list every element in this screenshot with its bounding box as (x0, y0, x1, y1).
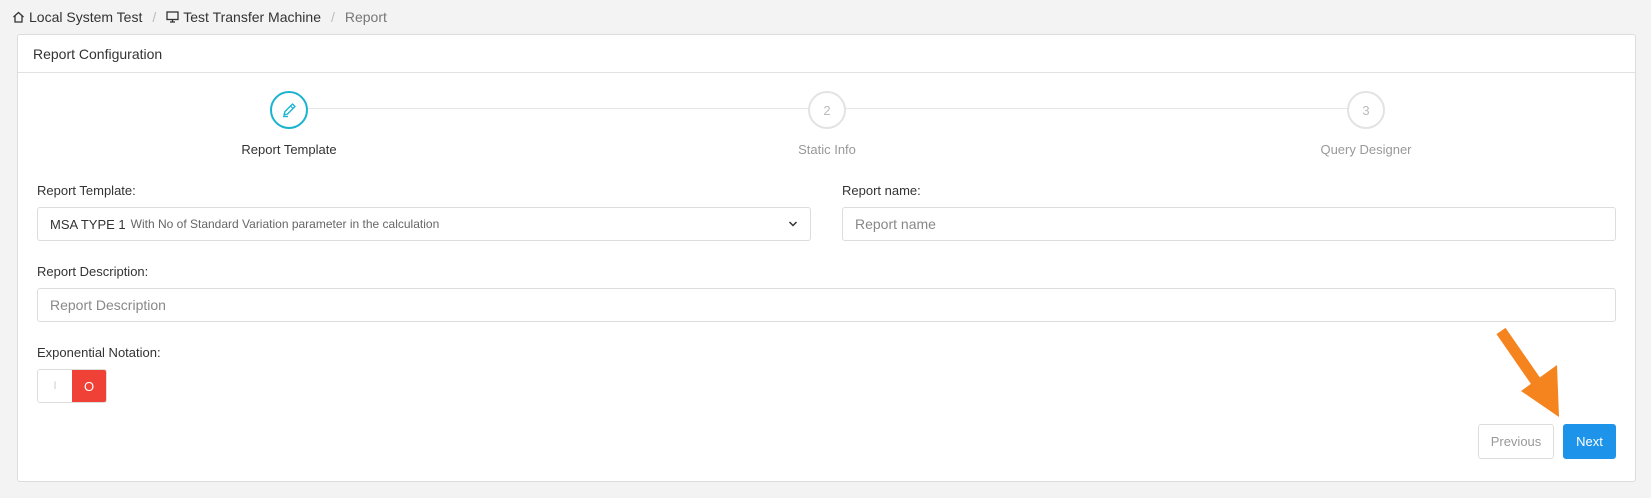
report-name-input[interactable] (842, 207, 1616, 241)
next-button[interactable]: Next (1563, 424, 1616, 459)
report-template-label: Report Template: (37, 183, 136, 198)
home-icon (13, 11, 24, 23)
breadcrumb-current: Report (344, 9, 387, 25)
report-description-input[interactable] (37, 288, 1616, 322)
toggle-on-option[interactable]: I (38, 370, 72, 402)
step-label: Static Info (798, 142, 856, 157)
pencil-icon (283, 103, 296, 118)
step-query-designer[interactable]: 3 Query Designer (1266, 91, 1466, 157)
step-label: Report Template (241, 142, 337, 157)
breadcrumb: Local System Test / Test Transfer Machin… (12, 8, 387, 26)
breadcrumb-separator: / (152, 9, 157, 25)
previous-button[interactable]: Previous (1478, 424, 1554, 459)
report-description-label: Report Description: (37, 264, 149, 279)
card-title: Report Configuration (18, 35, 1635, 73)
select-value-description: With No of Standard Variation parameter … (130, 217, 440, 231)
report-name-label: Report name: (842, 183, 921, 198)
step-report-template[interactable]: Report Template (189, 91, 389, 157)
step-circle (270, 91, 308, 129)
step-circle: 3 (1347, 91, 1385, 129)
step-label: Query Designer (1320, 142, 1412, 157)
select-value: MSA TYPE 1 (50, 216, 126, 232)
report-template-select[interactable]: MSA TYPE 1 With No of Standard Variation… (37, 207, 811, 241)
wizard-steps: Report Template 2 Static Info 3 Query De… (18, 91, 1635, 161)
exponential-notation-toggle[interactable]: I O (37, 369, 107, 403)
report-configuration-card: Report Configuration Report Template 2 S… (17, 34, 1636, 482)
monitor-icon (166, 11, 179, 23)
step-circle: 2 (808, 91, 846, 129)
toggle-off-option[interactable]: O (72, 370, 106, 402)
step-static-info[interactable]: 2 Static Info (727, 91, 927, 157)
breadcrumb-label: Local System Test (29, 9, 143, 25)
chevron-down-icon (788, 221, 798, 227)
breadcrumb-separator: / (330, 9, 335, 25)
breadcrumb-item-machine[interactable]: Test Transfer Machine (166, 9, 321, 25)
annotation-arrow-icon (1496, 327, 1559, 417)
breadcrumb-label: Test Transfer Machine (183, 9, 321, 25)
breadcrumb-item-system[interactable]: Local System Test (12, 9, 142, 25)
exponential-notation-label: Exponential Notation: (37, 345, 161, 360)
